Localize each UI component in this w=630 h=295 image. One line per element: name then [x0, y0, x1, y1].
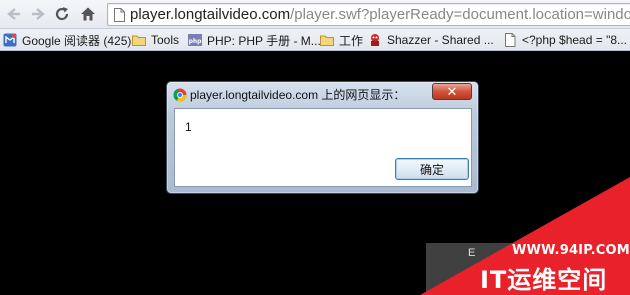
folder-icon	[132, 35, 146, 46]
browser-toolbar: player.longtailvideo.com/player.swf?play…	[0, 0, 630, 29]
watermark-url: WWW.94IP.COM	[512, 243, 630, 258]
reload-button[interactable]	[52, 4, 72, 24]
watermark-brand: IT运维空间	[480, 266, 608, 294]
bookmark-php-manual[interactable]: php PHP: PHP 手册 - M...	[188, 32, 321, 48]
home-button[interactable]	[78, 4, 98, 24]
chrome-icon	[173, 88, 187, 102]
home-icon	[81, 7, 95, 21]
url-host: player.longtailvideo.com	[130, 6, 291, 23]
bookmark-tools[interactable]: Tools	[132, 32, 179, 48]
bookmark-work[interactable]: 工作	[320, 32, 363, 48]
bookmark-label: Shazzer - Shared ...	[387, 33, 494, 47]
php-icon: php	[188, 34, 202, 46]
back-button[interactable]	[4, 4, 24, 24]
svg-text:php: php	[189, 38, 202, 45]
dialog-close-button[interactable]: ✕	[432, 83, 472, 100]
player-label: E	[468, 247, 476, 259]
close-icon: ✕	[446, 84, 458, 99]
shazzer-icon	[371, 34, 379, 46]
bookmark-label: 工作	[339, 33, 364, 48]
address-bar[interactable]: player.longtailvideo.com/player.swf?play…	[107, 3, 630, 26]
ok-button[interactable]: 确定	[395, 158, 469, 180]
back-arrow-icon	[7, 8, 20, 20]
dialog-body: 1 确定	[174, 108, 472, 187]
reload-icon	[55, 7, 69, 21]
bookmark-shazzer[interactable]: Shazzer - Shared ...	[368, 32, 494, 48]
bookmark-label: Google 阅读器 (425)	[22, 33, 132, 48]
alert-dialog: player.longtailvideo.com 上的网页显示： ✕ 1 确定	[166, 81, 479, 194]
google-reader-icon	[3, 33, 17, 47]
dialog-message: 1	[185, 120, 192, 134]
bookmark-label: <?php $head = "8...	[522, 33, 628, 47]
dialog-title: player.longtailvideo.com 上的网页显示：	[190, 88, 406, 102]
page-icon	[114, 8, 125, 22]
bookmark-google-reader[interactable]: Google 阅读器 (425)	[3, 32, 131, 48]
bookmarks-bar: Google 阅读器 (425) Tools php PHP: PHP 手册 -…	[0, 29, 630, 51]
bookmark-php-head[interactable]: <?php $head = "8...	[503, 32, 627, 48]
page-icon	[505, 33, 516, 47]
bookmark-label: PHP: PHP 手册 - M...	[207, 33, 321, 48]
bookmark-label: Tools	[151, 33, 180, 47]
forward-button[interactable]	[28, 4, 48, 24]
folder-icon	[320, 35, 334, 46]
url-text: player.longtailvideo.com/player.swf?play…	[130, 6, 630, 24]
forward-arrow-icon	[32, 8, 45, 20]
url-path: /player.swf?playerReady=document.locatio…	[290, 6, 630, 23]
